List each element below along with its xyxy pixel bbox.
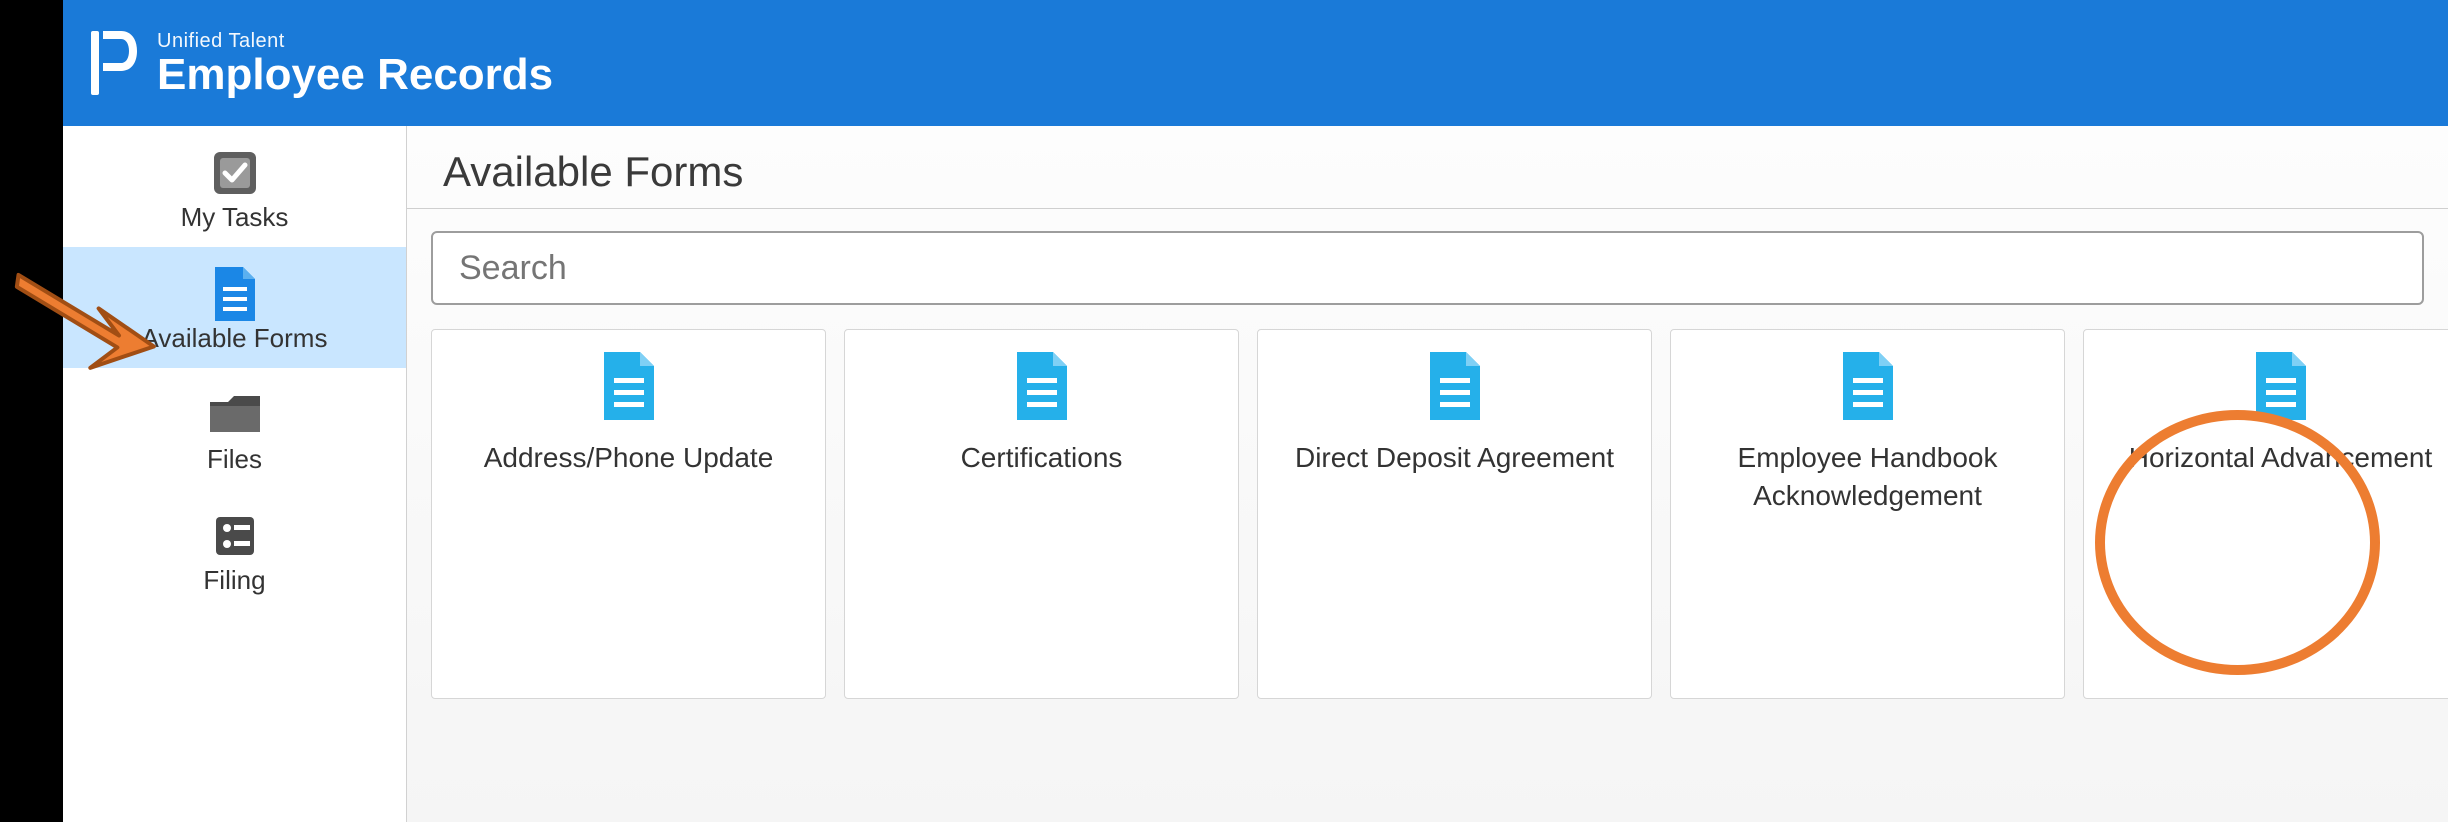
left-sidebar: My Tasks Available Forms Files	[63, 126, 407, 822]
window-edge-strip	[0, 0, 63, 822]
sidebar-item-label: Files	[207, 444, 262, 475]
app-header: Unified Talent Employee Records	[63, 0, 2448, 126]
suite-name: Unified Talent	[157, 30, 553, 53]
form-card-direct-deposit[interactable]: Direct Deposit Agreement	[1257, 329, 1652, 699]
document-icon	[211, 265, 259, 323]
checkbox-icon	[208, 144, 262, 202]
powerschool-logo-icon	[83, 23, 143, 103]
page-title: Available Forms	[407, 126, 2448, 208]
form-card-certifications[interactable]: Certifications	[844, 329, 1239, 699]
title-divider	[407, 208, 2448, 209]
sidebar-item-my-tasks[interactable]: My Tasks	[63, 126, 406, 247]
filing-icon	[210, 507, 260, 565]
search-input[interactable]	[431, 231, 2424, 305]
app-name: Employee Records	[157, 53, 553, 97]
sidebar-item-label: Available Forms	[142, 323, 328, 354]
form-card-horizontal-advancement[interactable]: Horizontal Advancement	[2083, 329, 2448, 699]
sidebar-item-files[interactable]: Files	[63, 368, 406, 489]
sidebar-item-available-forms[interactable]: Available Forms	[63, 247, 406, 368]
folder-icon	[206, 386, 264, 444]
search-row	[407, 231, 2448, 329]
document-icon	[1426, 350, 1484, 427]
document-icon	[2252, 350, 2310, 427]
document-icon	[1839, 350, 1897, 427]
form-card-employee-handbook[interactable]: Employee Handbook Acknowledgement	[1670, 329, 2065, 699]
document-icon	[1013, 350, 1071, 427]
sidebar-item-label: Filing	[203, 565, 265, 596]
form-card-title: Employee Handbook Acknowledgement	[1671, 439, 2064, 515]
brand-block: Unified Talent Employee Records	[83, 23, 553, 103]
form-card-title: Certifications	[941, 439, 1143, 477]
form-card-title: Horizontal Advancement	[2109, 439, 2448, 477]
form-card-address-phone-update[interactable]: Address/Phone Update	[431, 329, 826, 699]
sidebar-item-label: My Tasks	[181, 202, 289, 233]
brand-text: Unified Talent Employee Records	[157, 30, 553, 97]
main-content: Available Forms Address/Phone Update	[407, 126, 2448, 822]
sidebar-item-filing[interactable]: Filing	[63, 489, 406, 610]
form-card-grid: Address/Phone Update Certifications	[407, 329, 2448, 699]
form-card-title: Address/Phone Update	[464, 439, 794, 477]
document-icon	[600, 350, 658, 427]
form-card-title: Direct Deposit Agreement	[1275, 439, 1634, 477]
